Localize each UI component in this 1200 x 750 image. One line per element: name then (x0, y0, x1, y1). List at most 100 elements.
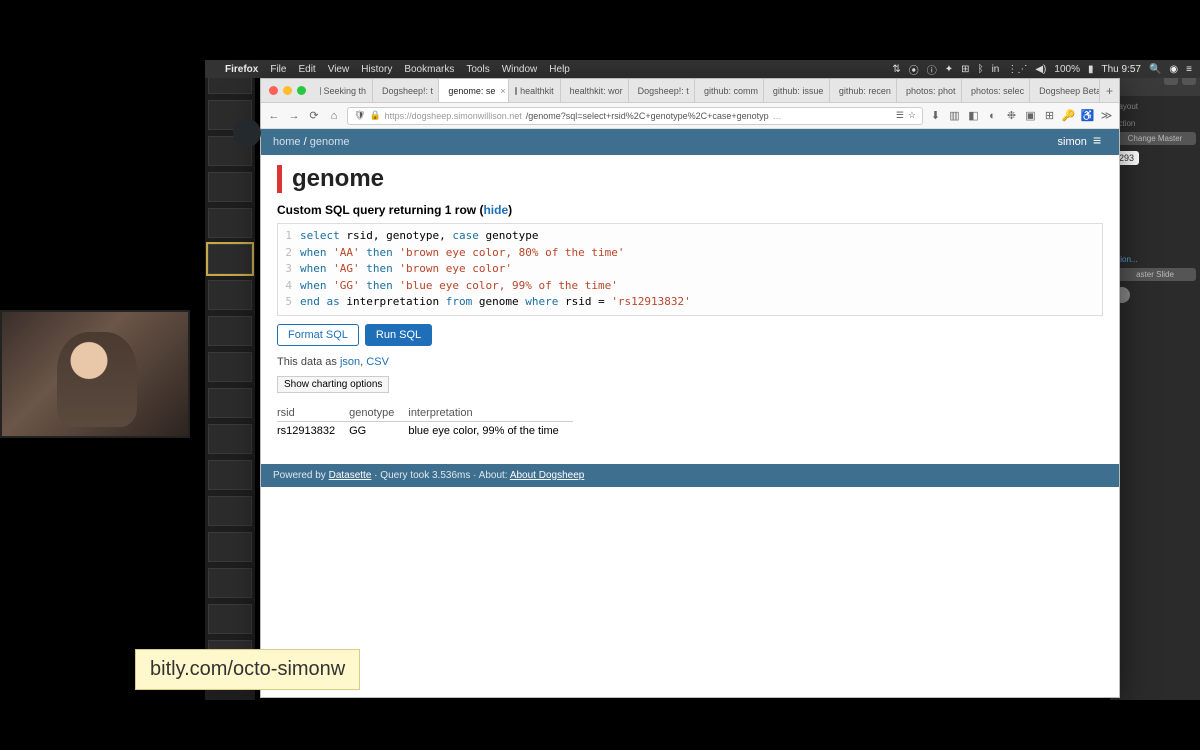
app-name[interactable]: Firefox (225, 64, 258, 75)
presenter-webcam (0, 310, 190, 438)
close-tab-icon[interactable]: × (500, 86, 505, 96)
slide-thumb[interactable] (208, 280, 252, 310)
overflow-menu-icon[interactable]: ≫ (1100, 109, 1113, 122)
bookmark-star-icon[interactable]: ☆ (908, 110, 916, 121)
hide-sql-link[interactable]: hide (483, 203, 508, 217)
slide-thumb[interactable] (208, 352, 252, 382)
slide-thumb[interactable] (208, 460, 252, 490)
extension-icon[interactable]: ▣ (1024, 109, 1037, 122)
slide-thumb[interactable] (208, 532, 252, 562)
battery-icon[interactable]: ▮ (1088, 64, 1094, 75)
results-table: rsid genotype interpretation rs12913832 … (277, 405, 573, 440)
siri-icon[interactable]: ◉ (1169, 64, 1178, 75)
close-window-button[interactable] (269, 86, 278, 95)
home-button[interactable]: ⌂ (327, 109, 341, 123)
extension-icon[interactable]: ◐ (986, 109, 999, 122)
extension-icon[interactable]: ❉ (1005, 109, 1018, 122)
browser-tab[interactable]: Seeking th (314, 79, 373, 102)
browser-tab[interactable]: Dogsheep!: t (629, 79, 695, 102)
grid-icon[interactable]: ⊞ (961, 64, 969, 75)
menu-item[interactable]: History (361, 64, 392, 75)
url-host: https://dogsheep.simonwillison.net (385, 111, 522, 121)
browser-tab[interactable]: github: issue (764, 79, 830, 102)
reload-button[interactable]: ⟳ (307, 109, 321, 123)
zoom-window-button[interactable] (297, 86, 306, 95)
linkedin-icon[interactable]: in (992, 64, 1000, 75)
slide-thumbnail-strip[interactable] (205, 60, 255, 700)
browser-toolbar: ← → ⟳ ⌂ 🛡 🔒 https://dogsheep.simonwillis… (261, 103, 1119, 129)
col-header[interactable]: genotype (349, 405, 408, 422)
slide-thumb[interactable] (208, 316, 252, 346)
volume-icon[interactable]: ◀) (1035, 64, 1046, 75)
slide-thumb[interactable] (208, 568, 252, 598)
wifi-icon[interactable]: ⋮⋰ (1007, 64, 1027, 75)
clock[interactable]: Thu 9:57 (1101, 64, 1140, 75)
browser-tab[interactable]: photos: phot (897, 79, 962, 102)
extension-icon[interactable]: ⊞ (1043, 109, 1056, 122)
evernote-icon[interactable]: ✦ (945, 64, 953, 75)
dropbox-icon[interactable]: ⇅ (892, 64, 900, 75)
browser-tab[interactable]: healthkit (509, 79, 560, 102)
breadcrumb-home[interactable]: home (273, 136, 301, 148)
minimize-window-button[interactable] (283, 86, 292, 95)
master-slide-button[interactable]: aster Slide (1114, 268, 1196, 281)
export-csv-link[interactable]: CSV (366, 356, 389, 368)
inspector-action-link[interactable]: ction... (1110, 249, 1200, 266)
browser-tab[interactable]: Dogsheep!: t (373, 79, 439, 102)
change-master-button[interactable]: Change Master (1114, 132, 1196, 145)
col-header[interactable]: rsid (277, 405, 349, 422)
menu-item[interactable]: Window (502, 64, 538, 75)
menu-item[interactable]: File (270, 64, 286, 75)
slide-thumb[interactable] (208, 244, 252, 274)
browser-tab[interactable]: photos: selec (962, 79, 1030, 102)
about-dogsheep-link[interactable]: About Dogsheep (510, 470, 585, 481)
show-charting-options-button[interactable]: Show charting options (277, 376, 389, 393)
menu-icon[interactable] (1093, 136, 1107, 148)
page-title: genome (277, 165, 1103, 193)
spotlight-icon[interactable]: 🔍 (1149, 64, 1161, 75)
extension-icon[interactable]: ◧ (967, 109, 980, 122)
onepassword-icon[interactable]: 🔑 (1062, 109, 1075, 122)
library-icon[interactable]: ▥ (948, 109, 961, 122)
datasette-link[interactable]: Datasette (329, 470, 372, 481)
menu-item[interactable]: View (328, 64, 350, 75)
new-tab-button[interactable]: + (1100, 79, 1119, 102)
table-row: rs12913832 GG blue eye color, 99% of the… (277, 421, 573, 440)
breadcrumb-db[interactable]: genome (310, 136, 350, 148)
menu-item[interactable]: Bookmarks (404, 64, 454, 75)
browser-tab[interactable]: Dogsheep Beta (1030, 79, 1100, 102)
browser-tab[interactable]: github: comm (695, 79, 764, 102)
page-content: home / genome simon genome Custom SQL qu… (261, 129, 1119, 697)
reader-mode-icon[interactable]: ☰ (896, 110, 904, 121)
favicon-icon (515, 87, 517, 95)
menu-item[interactable]: Tools (466, 64, 489, 75)
menu-item[interactable]: Help (549, 64, 570, 75)
run-sql-button[interactable]: Run SQL (365, 324, 432, 346)
slide-thumb[interactable] (208, 604, 252, 634)
status-icon[interactable]: ⓘ (927, 62, 937, 77)
battery-percent: 100% (1054, 64, 1080, 75)
slide-thumb[interactable] (208, 424, 252, 454)
mac-menubar: Firefox File Edit View History Bookmarks… (205, 60, 1200, 78)
browser-tab-active[interactable]: genome: se× (439, 79, 509, 102)
browser-tab[interactable]: github: recen (830, 79, 897, 102)
slide-thumb[interactable] (208, 496, 252, 526)
browser-tab[interactable]: healthkit: wor (561, 79, 629, 102)
status-icon[interactable]: ⦿ (909, 62, 919, 77)
menu-item[interactable]: Edit (298, 64, 315, 75)
export-json-link[interactable]: json (340, 356, 360, 368)
col-header[interactable]: interpretation (408, 405, 572, 422)
address-bar[interactable]: 🛡 🔒 https://dogsheep.simonwillison.net/g… (347, 107, 923, 125)
datasette-header: home / genome simon (261, 129, 1119, 155)
forward-button[interactable]: → (287, 109, 301, 123)
notification-center-icon[interactable]: ≡ (1186, 64, 1192, 75)
slide-thumb[interactable] (208, 172, 252, 202)
back-button[interactable]: ← (267, 109, 281, 123)
format-sql-button[interactable]: Format SQL (277, 324, 359, 346)
extension-icon[interactable]: ♿ (1081, 109, 1094, 122)
slide-thumb[interactable] (208, 208, 252, 238)
sql-editor[interactable]: 1select rsid, genotype, case genotype 2 … (277, 223, 1103, 316)
downloads-icon[interactable]: ⬇ (929, 109, 942, 122)
bluetooth-icon[interactable]: ᛒ (978, 64, 984, 75)
slide-thumb[interactable] (208, 388, 252, 418)
